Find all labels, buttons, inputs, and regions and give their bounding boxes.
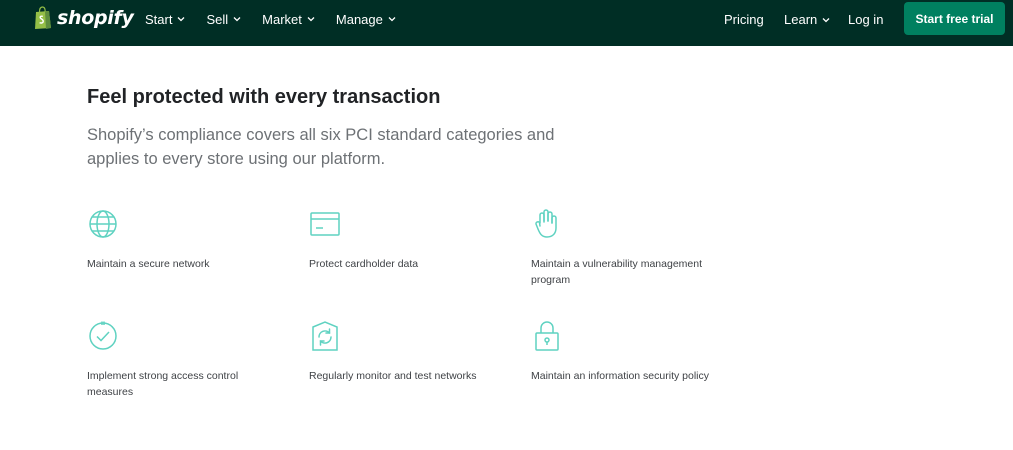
nav-learn-label: Learn xyxy=(784,12,818,27)
feature-vulnerability-management: Maintain a vulnerability management prog… xyxy=(531,208,731,286)
nav-market[interactable]: Market xyxy=(262,12,315,27)
hand-icon xyxy=(535,209,557,238)
nav-market-label: Market xyxy=(262,11,302,27)
chevron-down-icon xyxy=(178,17,185,22)
chevron-down-icon xyxy=(233,17,241,22)
nav-start[interactable]: Start xyxy=(145,12,185,27)
nav-sell[interactable]: Sell xyxy=(206,12,241,27)
primary-nav: Start Sell Market Manage xyxy=(145,0,417,38)
section-title: Feel protected with every transaction xyxy=(87,86,441,108)
feature-label: Maintain a vulnerability management prog… xyxy=(531,258,703,286)
feature-label: Maintain an information security policy xyxy=(531,370,709,382)
chevron-down-icon xyxy=(388,17,396,22)
nav-learn[interactable]: Learn xyxy=(784,12,830,27)
shopping-bag-icon xyxy=(35,6,51,29)
refresh-shield-icon xyxy=(312,321,338,351)
shopify-logo[interactable]: shopify xyxy=(33,6,134,30)
top-navigation-bar: shopify Start Sell Market Manage Pricing… xyxy=(0,0,1013,46)
chevron-down-icon xyxy=(307,17,315,22)
feature-label: Regularly monitor and test networks xyxy=(309,370,477,382)
card-icon xyxy=(310,212,340,236)
brand-name: shopify xyxy=(57,7,134,29)
feature-label: Protect cardholder data xyxy=(309,258,419,270)
feature-security-policy: Maintain an information security policy xyxy=(531,320,731,382)
nav-pricing-label: Pricing xyxy=(724,12,764,27)
feature-label: Implement strong access control measures xyxy=(87,370,239,398)
nav-manage-label: Manage xyxy=(335,11,383,27)
lock-icon xyxy=(535,321,559,351)
feature-access-control: Implement strong access control measures xyxy=(87,320,287,398)
feature-label: Maintain a secure network xyxy=(87,258,210,270)
nav-pricing[interactable]: Pricing xyxy=(724,12,764,27)
start-free-trial-label: Start free trial xyxy=(915,11,994,26)
nav-start-label: Start xyxy=(145,11,173,27)
login-link[interactable]: Log in xyxy=(848,12,883,27)
feature-monitor-test: Regularly monitor and test networks xyxy=(309,320,509,382)
globe-icon xyxy=(89,210,117,238)
check-circle-icon xyxy=(89,321,117,350)
nav-sell-label: Sell xyxy=(206,11,229,27)
feature-cardholder-data: Protect cardholder data xyxy=(309,208,509,270)
login-label: Log in xyxy=(848,12,884,27)
start-free-trial-button[interactable]: Start free trial xyxy=(904,2,1005,35)
feature-secure-network: Maintain a secure network xyxy=(87,208,287,270)
section-lead: Shopify’s compliance covers all six PCI … xyxy=(87,126,555,168)
chevron-down-icon xyxy=(822,17,830,22)
nav-manage[interactable]: Manage xyxy=(336,12,396,27)
